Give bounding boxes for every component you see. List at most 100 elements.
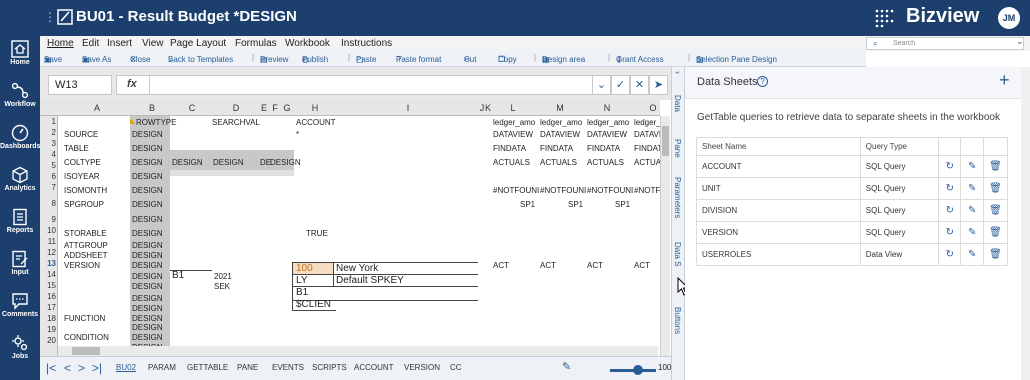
grid-cell[interactable]: DESIGN — [132, 241, 163, 250]
delete-icon[interactable]: 🗑 — [982, 177, 1009, 200]
nav-item-reports[interactable]: Reports — [0, 204, 40, 246]
nav-item-home[interactable]: Home — [0, 36, 40, 78]
grid-cell[interactable]: ATTGROUP — [64, 241, 108, 250]
table-row[interactable]: USERROLES Data View ↻ ✎ 🗑 — [696, 243, 1009, 266]
sheet-tab-pane[interactable]: PANE — [237, 363, 258, 372]
refresh-icon[interactable]: ↻ — [938, 155, 962, 178]
grid-cell[interactable]: SEARCHVAL — [212, 118, 260, 127]
column-header[interactable]: N — [600, 103, 614, 113]
grid-cell[interactable]: SOURCE — [64, 130, 98, 139]
grid-cell[interactable]: ledger_amo — [493, 118, 535, 127]
table-row[interactable]: VERSION SQL Query ↻ ✎ 🗑 — [696, 221, 1009, 244]
column-header[interactable]: L — [506, 103, 520, 113]
nav-item-analytics[interactable]: Analytics — [0, 162, 40, 204]
grid-cell[interactable]: DESIGN — [270, 158, 301, 167]
delete-icon[interactable]: 🗑 — [982, 221, 1009, 244]
pencil-icon[interactable]: ✎ — [562, 360, 571, 373]
row-header-selected[interactable]: 13 — [40, 259, 56, 268]
column-header[interactable]: B — [145, 103, 159, 113]
grid-cell[interactable]: DESIGN — [132, 272, 163, 281]
menu-page-layout[interactable]: Page Layout — [170, 38, 226, 49]
delete-icon[interactable]: 🗑 — [982, 155, 1009, 178]
nav-item-workflow[interactable]: Workflow — [0, 78, 40, 120]
column-header[interactable]: H — [308, 103, 322, 113]
cancel-formula-button[interactable]: ✕ — [630, 75, 649, 95]
grid-cell[interactable]: DESIGN — [132, 186, 163, 195]
grid-cell[interactable]: LY — [296, 275, 308, 286]
grid-cell[interactable]: DESIGN — [132, 200, 163, 209]
grid-cell[interactable]: ISOYEAR — [64, 172, 100, 181]
grid-cell[interactable]: DESIGN — [132, 251, 163, 260]
nav-item-jobs[interactable]: Jobs — [0, 330, 40, 372]
side-tab-data-sheets[interactable]: Data S — [673, 242, 682, 266]
nav-item-input[interactable]: Input — [0, 246, 40, 288]
table-row[interactable]: DIVISION SQL Query ↻ ✎ 🗑 — [696, 199, 1009, 222]
grid-cell[interactable]: DESIGN — [132, 261, 163, 270]
grid-cell[interactable]: DESIGN — [132, 333, 163, 342]
grid-cell[interactable]: 100 — [296, 263, 313, 274]
refresh-icon[interactable]: ↻ — [938, 243, 962, 266]
collapse-panel-icon[interactable]: › — [673, 71, 683, 74]
grid-cell[interactable]: TABLE — [64, 144, 89, 153]
vertical-scrollbar[interactable] — [660, 116, 670, 356]
grid-cell[interactable]: DESIGN — [132, 172, 163, 181]
column-header[interactable]: G — [282, 103, 292, 113]
grid-cell[interactable]: #NOTFOUNI — [587, 186, 633, 195]
grid-cell[interactable]: DESIGN — [132, 323, 163, 332]
menu-formulas[interactable]: Formulas — [235, 38, 277, 49]
row-header[interactable]: 20 — [40, 336, 56, 345]
horizontal-scrollbar[interactable] — [58, 346, 658, 356]
table-row[interactable]: UNIT SQL Query ↻ ✎ 🗑 — [696, 177, 1009, 200]
row-header[interactable]: 6 — [40, 172, 56, 181]
row-header[interactable]: 2 — [40, 128, 56, 137]
grid-cell[interactable]: FINDATA — [493, 144, 526, 153]
grid-cell[interactable]: ACT — [634, 261, 650, 270]
grid-cell[interactable]: FINDATA — [587, 144, 620, 153]
column-header[interactable]: K — [483, 103, 493, 113]
column-header[interactable]: I — [401, 103, 415, 113]
row-header[interactable]: 10 — [40, 226, 56, 235]
grid-cell[interactable]: ledger_amo — [587, 118, 629, 127]
column-header[interactable]: O — [646, 103, 660, 113]
column-header[interactable]: C — [185, 103, 199, 113]
edit-icon[interactable]: ✎ — [960, 177, 984, 200]
side-tab-pane[interactable]: Pane — [673, 139, 682, 158]
row-header[interactable]: 15 — [40, 281, 56, 290]
grid-cell[interactable]: DATAVIEW — [634, 130, 660, 139]
grid-cell[interactable]: ACTUALS — [493, 158, 530, 167]
refresh-icon[interactable]: ↻ — [938, 221, 962, 244]
grid-cell[interactable]: SP1 — [615, 200, 630, 209]
menu-view[interactable]: View — [142, 38, 164, 49]
grid-cell[interactable]: CONDITION — [64, 333, 109, 342]
sheet-tab-version[interactable]: VERSION — [404, 363, 440, 372]
menu-edit[interactable]: Edit — [82, 38, 99, 49]
zoom-knob[interactable] — [633, 365, 643, 375]
side-tab-parameters[interactable]: Parameters — [673, 177, 682, 218]
grid-cell[interactable]: DESIGN — [132, 130, 163, 139]
row-header[interactable]: 7 — [40, 183, 56, 192]
sheet-tab-gettable[interactable]: GETTABLE — [187, 363, 228, 372]
prev-sheet-button[interactable]: < — [64, 361, 71, 375]
grid-cell[interactable]: DESIGN — [132, 144, 163, 153]
grid-cell[interactable]: DESIGN — [172, 158, 203, 167]
grid-cell[interactable]: SPGROUP — [64, 200, 104, 209]
grid-cell[interactable]: SEK — [214, 282, 230, 291]
row-header[interactable]: 11 — [40, 237, 56, 246]
grid-cell[interactable]: FINDATA — [540, 144, 573, 153]
sheet-tab-cc[interactable]: CC — [450, 363, 462, 372]
grid-cell[interactable]: DATAVIEW — [540, 130, 580, 139]
delete-icon[interactable]: 🗑 — [982, 243, 1009, 266]
grid-cell[interactable]: #NOTFOUNI — [540, 186, 586, 195]
grid-cell[interactable]: New York — [336, 263, 378, 274]
last-sheet-button[interactable]: >| — [92, 361, 102, 375]
sheet-tab-events[interactable]: EVENTS — [272, 363, 304, 372]
menu-insert[interactable]: Insert — [107, 38, 132, 49]
column-header[interactable]: F — [270, 103, 280, 113]
edit-icon[interactable]: ✎ — [960, 221, 984, 244]
panel-scrollbar[interactable] — [1021, 67, 1030, 380]
grid-cell[interactable]: 2021 — [214, 272, 232, 281]
grid-cell[interactable]: ledger_amo — [540, 118, 582, 127]
grid-cell[interactable]: DESIGN — [132, 229, 163, 238]
grid-cell[interactable]: #NOTFOUNI — [493, 186, 539, 195]
grid-cell[interactable]: ACCOUNT — [296, 118, 336, 127]
